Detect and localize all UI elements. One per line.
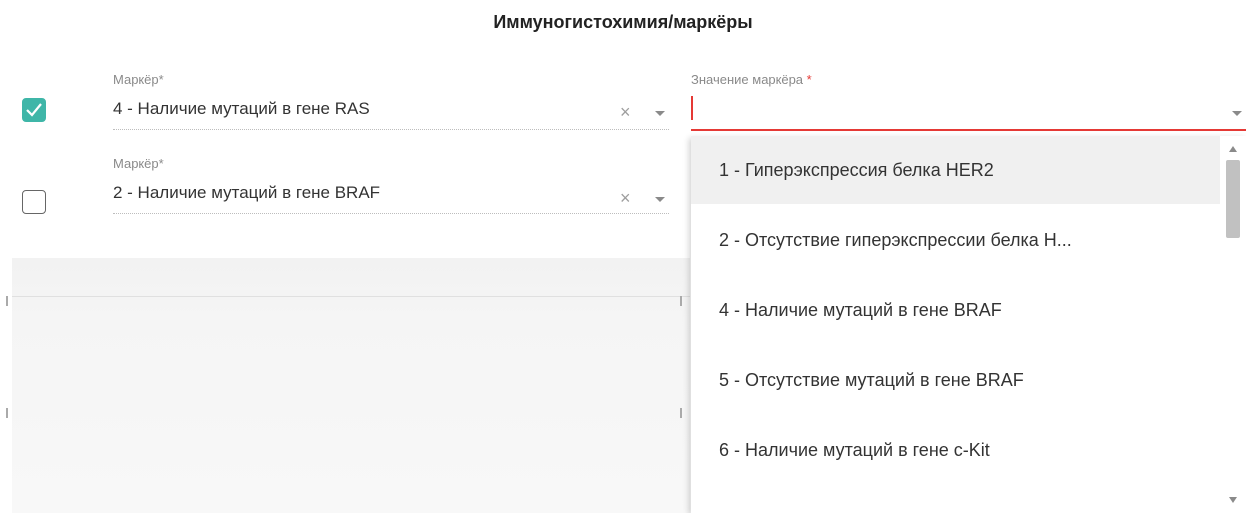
marker-1-select[interactable]: 4 - Наличие мутаций в гене RAS (113, 99, 370, 119)
marker-1-checkbox[interactable] (22, 98, 46, 122)
dropdown-option[interactable]: 6 - Наличие мутаций в гене c-Kit (691, 416, 1220, 484)
marker-value-dropdown[interactable]: 1 - Гиперэкспрессия белка HER2 2 - Отсут… (691, 136, 1246, 513)
marker-1-clear-icon[interactable]: × (620, 103, 631, 121)
marker-value-label: Значение маркёра * (691, 72, 812, 87)
band-tick (6, 408, 8, 418)
band-tick (6, 296, 8, 306)
marker-1-label: Маркёр* (113, 72, 164, 87)
check-icon (26, 103, 42, 117)
marker-2-clear-icon[interactable]: × (620, 189, 631, 207)
band-tick (680, 408, 682, 418)
marker-value-chevron-down-icon[interactable] (1232, 111, 1242, 116)
dropdown-option[interactable]: 2 - Отсутствие гиперэкспрессии белка Н..… (691, 206, 1220, 274)
band-tick (680, 296, 682, 306)
dropdown-option[interactable]: 5 - Отсутствие мутаций в гене BRAF (691, 346, 1220, 414)
band-divider (12, 296, 690, 297)
text-cursor (691, 96, 693, 120)
marker-2-label: Маркёр* (113, 156, 164, 171)
scroll-down-icon[interactable] (1229, 497, 1237, 503)
scroll-up-icon[interactable] (1229, 146, 1237, 152)
section-title: Иммуногистохимия/маркёры (493, 12, 753, 32)
marker-2-select[interactable]: 2 - Наличие мутаций в гене BRAF (113, 183, 380, 203)
dropdown-scrollbar[interactable] (1220, 136, 1246, 513)
marker-2-checkbox[interactable] (22, 190, 46, 214)
required-star: * (806, 72, 812, 87)
marker-1-underline (113, 129, 669, 130)
marker-2-chevron-down-icon[interactable] (655, 197, 665, 202)
dropdown-option[interactable]: 4 - Наличие мутаций в гене BRAF (691, 276, 1220, 344)
scrollbar-thumb[interactable] (1226, 160, 1240, 238)
marker-1-chevron-down-icon[interactable] (655, 111, 665, 116)
marker-value-label-text: Значение маркёра (691, 72, 807, 87)
marker-2-underline (113, 213, 669, 214)
dropdown-option[interactable]: 1 - Гиперэкспрессия белка HER2 (691, 136, 1220, 204)
marker-value-error-underline (691, 129, 1246, 131)
